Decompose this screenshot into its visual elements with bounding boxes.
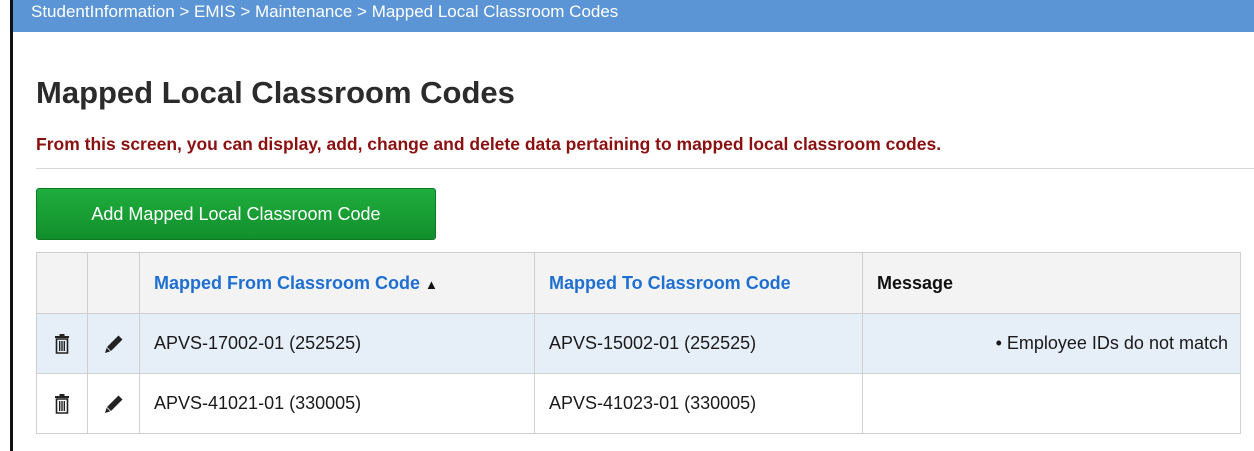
column-header-mapped-from-label: Mapped From Classroom Code [154, 272, 421, 293]
message-cell [862, 373, 1241, 434]
edit-cell [87, 373, 140, 434]
breadcrumb: StudentInformation > EMIS > Maintenance … [13, 0, 1254, 32]
breadcrumb-item-studentinformation[interactable]: StudentInformation [31, 2, 175, 21]
delete-column-header [36, 252, 88, 314]
sort-ascending-icon: ▲ [425, 276, 438, 292]
edit-column-header [87, 252, 140, 314]
breadcrumb-item-maintenance[interactable]: Maintenance [255, 2, 352, 21]
column-header-mapped-from[interactable]: Mapped From Classroom Code ▲ [139, 252, 535, 314]
table-row: APVS-41021-01 (330005) APVS-41023-01 (33… [36, 373, 1241, 434]
breadcrumb-item-current: Mapped Local Classroom Codes [371, 2, 619, 21]
trash-icon[interactable] [54, 394, 70, 414]
pencil-icon[interactable] [104, 394, 124, 414]
mapped-codes-table: Mapped From Classroom Code ▲ Mapped To Cl… [36, 252, 1241, 434]
edit-cell [87, 313, 140, 374]
pencil-icon[interactable] [104, 334, 124, 354]
divider [36, 168, 1254, 169]
trash-icon[interactable] [54, 334, 70, 354]
table-header-row: Mapped From Classroom Code ▲ Mapped To Cl… [36, 252, 1241, 314]
breadcrumb-item-emis[interactable]: EMIS [194, 2, 236, 21]
column-header-mapped-to[interactable]: Mapped To Classroom Code [534, 252, 863, 314]
delete-cell [36, 373, 88, 434]
mapped-from-cell: APVS-17002-01 (252525) [139, 313, 535, 374]
table-row: APVS-17002-01 (252525) APVS-15002-01 (25… [36, 313, 1241, 374]
breadcrumb-separator: > [235, 2, 255, 21]
breadcrumb-separator: > [352, 2, 372, 21]
add-mapped-code-button[interactable]: Add Mapped Local Classroom Code [36, 188, 436, 240]
message-cell: • Employee IDs do not match [862, 313, 1241, 374]
breadcrumb-separator: > [174, 2, 195, 21]
column-header-message: Message [862, 252, 1241, 314]
page-title: Mapped Local Classroom Codes [36, 75, 515, 110]
mapped-to-cell: APVS-41023-01 (330005) [534, 373, 863, 434]
page-description: From this screen, you can display, add, … [36, 134, 942, 154]
left-border [10, 0, 13, 451]
delete-cell [36, 313, 88, 374]
mapped-to-cell: APVS-15002-01 (252525) [534, 313, 863, 374]
mapped-from-cell: APVS-41021-01 (330005) [139, 373, 535, 434]
